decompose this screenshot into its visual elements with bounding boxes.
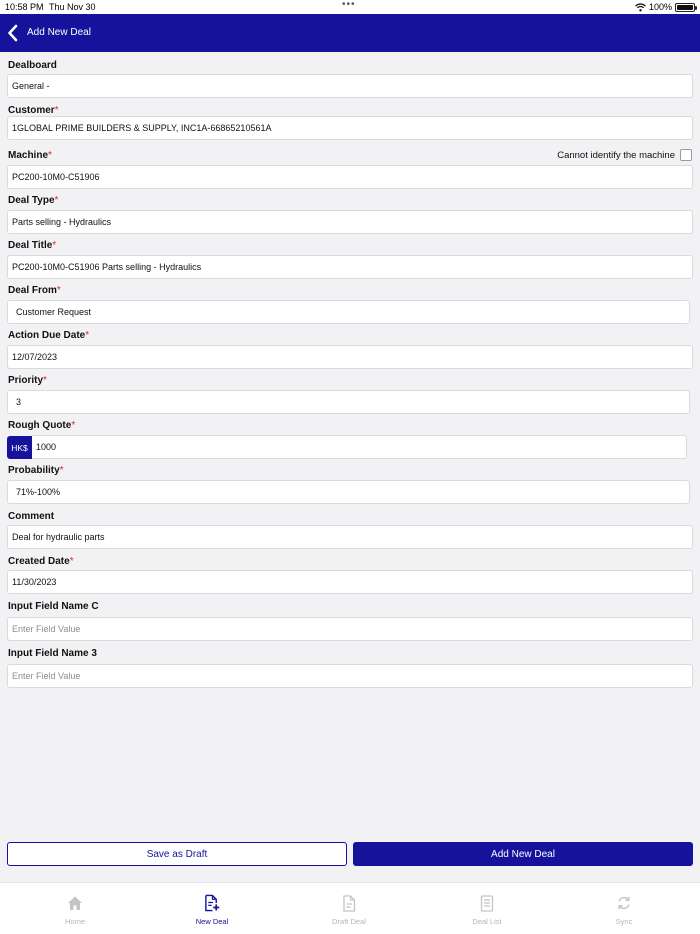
battery-percent: 100% bbox=[648, 2, 672, 12]
tab-sync[interactable]: Sync bbox=[584, 883, 664, 934]
input-c-field[interactable]: Enter Field Value bbox=[7, 617, 693, 641]
required-marker: * bbox=[54, 195, 59, 206]
dealboard-label: Dealboard bbox=[8, 60, 57, 71]
deal-title-label: Deal Title* bbox=[8, 240, 57, 251]
required-marker: * bbox=[85, 330, 90, 341]
page-title: Add New Deal bbox=[27, 27, 91, 38]
header-bar: Add New Deal bbox=[0, 14, 700, 52]
home-icon bbox=[67, 894, 83, 912]
draft-deal-icon bbox=[341, 894, 357, 912]
machine-field[interactable]: PC200-10M0-C51906 bbox=[7, 165, 693, 189]
cannot-identify-label: Cannot identify the machine bbox=[557, 149, 675, 161]
probability-label: Probability* bbox=[8, 465, 64, 476]
new-deal-icon bbox=[204, 894, 220, 912]
deal-from-label: Deal From* bbox=[8, 285, 61, 296]
add-new-deal-button[interactable]: Add New Deal bbox=[353, 842, 693, 866]
probability-field[interactable]: 71%-100% bbox=[7, 480, 690, 504]
battery-icon bbox=[675, 2, 697, 12]
cannot-identify-machine: Cannot identify the machine bbox=[557, 149, 692, 161]
deal-type-field[interactable]: Parts selling - Hydraulics bbox=[7, 210, 693, 234]
created-date-field[interactable]: 11/30/2023 bbox=[7, 570, 693, 594]
currency-badge[interactable]: HK$ bbox=[7, 436, 32, 459]
deal-list-icon bbox=[479, 894, 495, 912]
created-date-label: Created Date* bbox=[8, 556, 74, 567]
required-marker: * bbox=[52, 240, 57, 251]
priority-field[interactable]: 3 bbox=[7, 390, 690, 414]
tab-label: Home bbox=[64, 917, 85, 926]
tab-deal-list[interactable]: Deal List bbox=[447, 883, 527, 934]
rough-quote-field[interactable]: 1000 bbox=[31, 435, 687, 459]
input-c-label: Input Field Name C bbox=[8, 601, 99, 612]
input-3-field[interactable]: Enter Field Value bbox=[7, 664, 693, 688]
chevron-left-icon[interactable] bbox=[6, 23, 20, 43]
customer-field[interactable]: 1GLOBAL PRIME BUILDERS & SUPPLY, INC1A-6… bbox=[7, 116, 693, 140]
tab-new-deal[interactable]: New Deal bbox=[172, 883, 252, 934]
required-marker: * bbox=[54, 105, 59, 116]
deal-from-field[interactable]: Customer Request bbox=[7, 300, 690, 324]
action-due-date-field[interactable]: 12/07/2023 bbox=[7, 345, 693, 369]
status-date: Thu Nov 30 bbox=[49, 2, 96, 12]
wifi-icon bbox=[635, 2, 646, 11]
deal-type-label: Deal Type* bbox=[8, 195, 59, 206]
dealboard-field[interactable]: General - bbox=[7, 74, 693, 98]
machine-label: Machine* bbox=[8, 150, 52, 161]
tab-label: Sync bbox=[615, 917, 633, 926]
tab-draft-deal[interactable]: Draft Deal bbox=[309, 883, 389, 934]
status-bar: 10:58 PM Thu Nov 30 ••• 100% bbox=[0, 0, 700, 14]
required-marker: * bbox=[71, 420, 76, 431]
customer-label: Customer* bbox=[8, 105, 59, 116]
tab-label: Draft Deal bbox=[332, 917, 366, 926]
comment-field[interactable]: Deal for hydraulic parts bbox=[7, 525, 693, 549]
sync-icon bbox=[616, 894, 632, 912]
tab-label: New Deal bbox=[195, 917, 229, 926]
deal-title-field[interactable]: PC200-10M0-C51906 Parts selling - Hydrau… bbox=[7, 255, 693, 279]
action-due-date-label: Action Due Date* bbox=[8, 330, 90, 341]
tab-label: Deal List bbox=[472, 917, 502, 926]
required-marker: * bbox=[69, 556, 74, 567]
tab-bar: Home New Deal Draft Deal Deal List Sync bbox=[0, 882, 700, 934]
multitask-dots[interactable]: ••• bbox=[342, 0, 356, 10]
tab-home[interactable]: Home bbox=[35, 883, 115, 934]
comment-label: Comment bbox=[8, 511, 55, 522]
required-marker: * bbox=[48, 150, 52, 161]
input-3-label: Input Field Name 3 bbox=[8, 648, 97, 659]
status-time: 10:58 PM bbox=[5, 2, 44, 12]
rough-quote-label: Rough Quote* bbox=[8, 420, 76, 431]
cannot-identify-checkbox[interactable] bbox=[680, 149, 692, 161]
required-marker: * bbox=[43, 375, 47, 386]
required-marker: * bbox=[59, 465, 64, 476]
required-marker: * bbox=[56, 285, 61, 296]
priority-label: Priority* bbox=[8, 375, 47, 386]
save-draft-button[interactable]: Save as Draft bbox=[7, 842, 347, 866]
